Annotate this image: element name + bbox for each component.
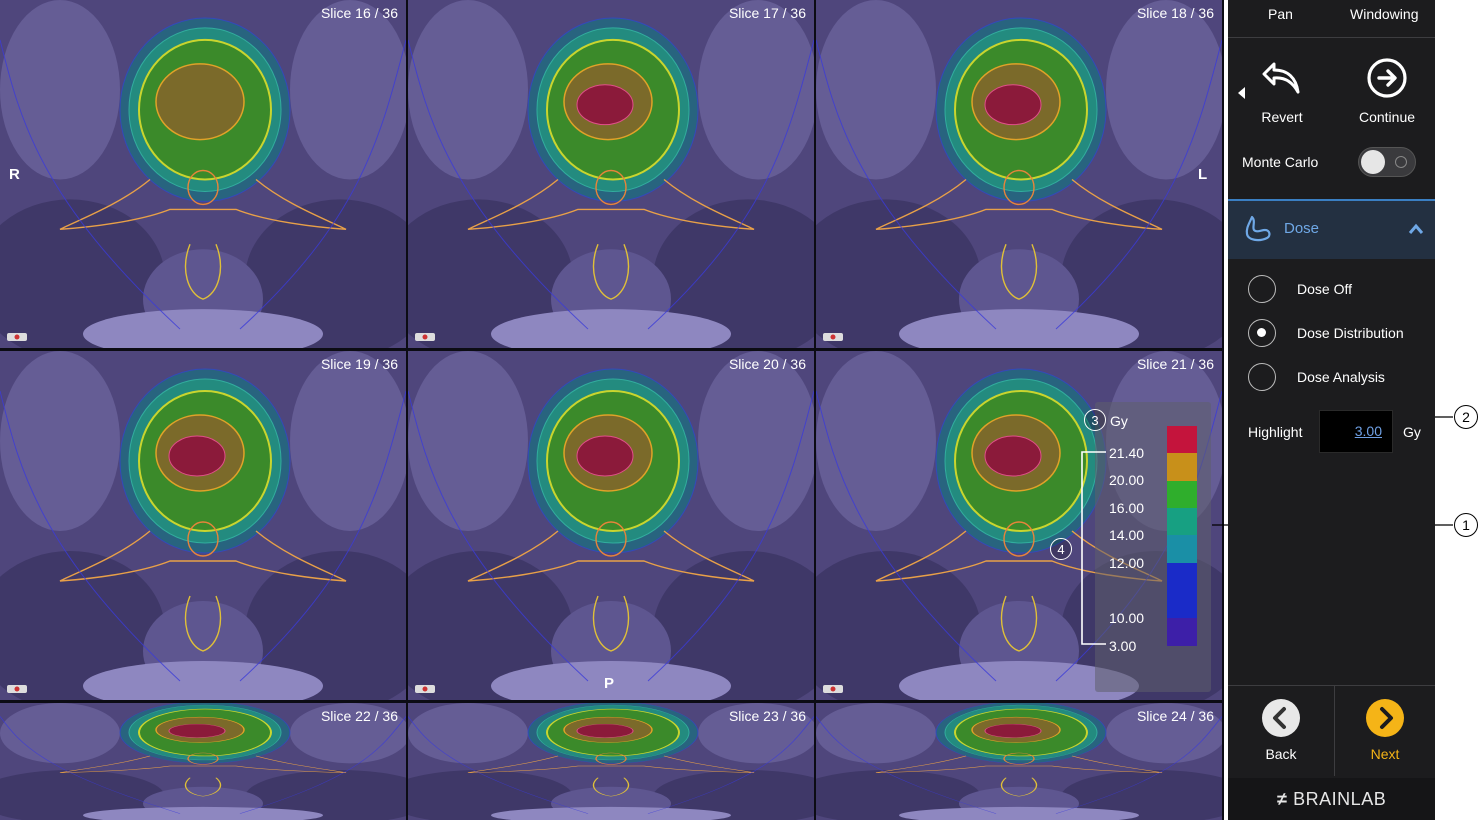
slice-number-label: Slice 16 / 36 [320, 5, 398, 21]
continue-label: Continue [1358, 109, 1416, 125]
callout-two: 2 [1454, 405, 1478, 429]
windowing-button[interactable]: Windowing [1350, 6, 1418, 22]
mri-anatomy-image [408, 0, 814, 348]
slice-number-label: Slice 18 / 36 [1136, 5, 1214, 21]
slice-view[interactable]: Slice 23 / 36 [408, 703, 814, 820]
slice-view[interactable]: Slice 18 / 36 [816, 0, 1222, 348]
slice-number-label: Slice 19 / 36 [320, 356, 398, 372]
camera-icon[interactable] [414, 684, 436, 694]
legend-color-swatch [1167, 508, 1197, 535]
slice-number-label: Slice 21 / 36 [1136, 356, 1214, 372]
camera-icon[interactable] [6, 684, 28, 694]
orientation-right-marker: R [9, 166, 20, 183]
slice-number-label: Slice 24 / 36 [1136, 708, 1214, 724]
dose-title: Dose [1284, 220, 1320, 237]
camera-icon[interactable] [822, 684, 844, 694]
revert-button[interactable]: Revert [1254, 56, 1310, 125]
brand-name: BRAINLAB [1293, 789, 1387, 809]
legend-tick-label: 3.00 [1109, 638, 1137, 654]
legend-range-bracket [1081, 451, 1106, 645]
chevron-up-icon[interactable] [1408, 223, 1424, 235]
collapse-left-icon[interactable] [1238, 87, 1245, 99]
slice-view[interactable]: Slice 22 / 36 [0, 703, 406, 820]
dose-distribution-radio[interactable] [1248, 319, 1276, 347]
legend-tick-label: 21.40 [1109, 445, 1145, 461]
legend-color-swatch [1167, 453, 1197, 481]
highlight-field[interactable] [1319, 410, 1393, 453]
legend-color-swatch [1167, 618, 1197, 646]
monte-carlo-toggle[interactable] [1358, 147, 1416, 177]
dose-distribution-label: Dose Distribution [1297, 325, 1404, 341]
arrow-right-circle-icon [1367, 58, 1407, 98]
back-button[interactable]: Back [1228, 686, 1334, 776]
camera-icon[interactable] [6, 332, 28, 342]
slice-view[interactable]: Slice 20 / 36 [408, 351, 814, 700]
camera-icon[interactable] [414, 332, 436, 342]
slice-view[interactable]: Slice 17 / 36 [408, 0, 814, 348]
slice-view[interactable]: Slice 24 / 36 [816, 703, 1222, 820]
legend-tick-label: 16.00 [1109, 500, 1145, 516]
pan-button[interactable]: Pan [1268, 6, 1293, 22]
slice-number-label: Slice 20 / 36 [728, 356, 806, 372]
dose-off-radio[interactable] [1248, 275, 1276, 303]
brainlab-mark-icon: ≠ [1276, 789, 1288, 809]
orientation-left-marker: L [1198, 166, 1208, 183]
dose-analysis-label: Dose Analysis [1297, 369, 1385, 385]
dose-section-header[interactable]: Dose [1228, 199, 1435, 259]
toggle-knob [1361, 150, 1385, 174]
mri-anatomy-image [408, 351, 814, 700]
revert-icon [1262, 62, 1300, 94]
legend-color-swatch [1167, 426, 1197, 453]
brainlab-logo: ≠ BRAINLAB [1228, 778, 1435, 820]
legend-tick-label: 12.00 [1109, 555, 1145, 571]
highlight-input[interactable] [1342, 423, 1382, 439]
dose-color-legend: Gy 21.40 20.00 16.00 14.00 12.00 10.00 3.00 [1095, 402, 1211, 692]
slice-number-label: Slice 23 / 36 [728, 708, 806, 724]
highlight-unit: Gy [1403, 424, 1421, 440]
legend-tick-label: 20.00 [1109, 472, 1145, 488]
continue-button[interactable]: Continue [1354, 56, 1420, 125]
legend-color-swatch [1167, 535, 1197, 563]
mri-anatomy-image [816, 0, 1222, 348]
legend-tick-label: 14.00 [1109, 527, 1145, 543]
revert-label: Revert [1261, 109, 1303, 125]
slice-view[interactable]: Slice 19 / 36 [0, 351, 406, 700]
next-button[interactable]: Next [1335, 686, 1435, 776]
dose-off-label: Dose Off [1297, 281, 1352, 297]
toggle-off-icon [1395, 156, 1407, 168]
dose-icon [1245, 215, 1271, 242]
slice-viewer[interactable]: Slice 16 / 36 Slice 17 / 36 Slice 18 / 36 S… [0, 0, 1224, 820]
callout-one: 1 [1454, 513, 1478, 537]
next-label: Next [1370, 746, 1400, 762]
legend-color-swatch [1167, 563, 1197, 618]
callout-three: 3 [1084, 409, 1106, 431]
legend-color-swatch [1167, 481, 1197, 508]
chevron-right-circle-icon [1366, 699, 1404, 737]
callout-four: 4 [1050, 538, 1072, 560]
slice-number-label: Slice 22 / 36 [320, 708, 398, 724]
dose-analysis-radio[interactable] [1248, 363, 1276, 391]
mri-anatomy-image [0, 0, 406, 348]
monte-carlo-label: Monte Carlo [1242, 154, 1319, 170]
control-panel: Pan Windowing Revert Continue Monte Carl… [1228, 0, 1435, 820]
legend-unit: Gy [1110, 413, 1128, 429]
mri-anatomy-image [0, 351, 406, 700]
slice-view[interactable]: Slice 16 / 36 [0, 0, 406, 348]
camera-icon[interactable] [822, 332, 844, 342]
back-label: Back [1265, 746, 1297, 762]
slice-number-label: Slice 17 / 36 [728, 5, 806, 21]
chevron-left-circle-icon [1262, 699, 1300, 737]
divider [1228, 37, 1435, 38]
legend-tick-label: 10.00 [1109, 610, 1145, 626]
highlight-label: Highlight [1248, 424, 1303, 440]
orientation-posterior-marker: P [604, 675, 615, 692]
